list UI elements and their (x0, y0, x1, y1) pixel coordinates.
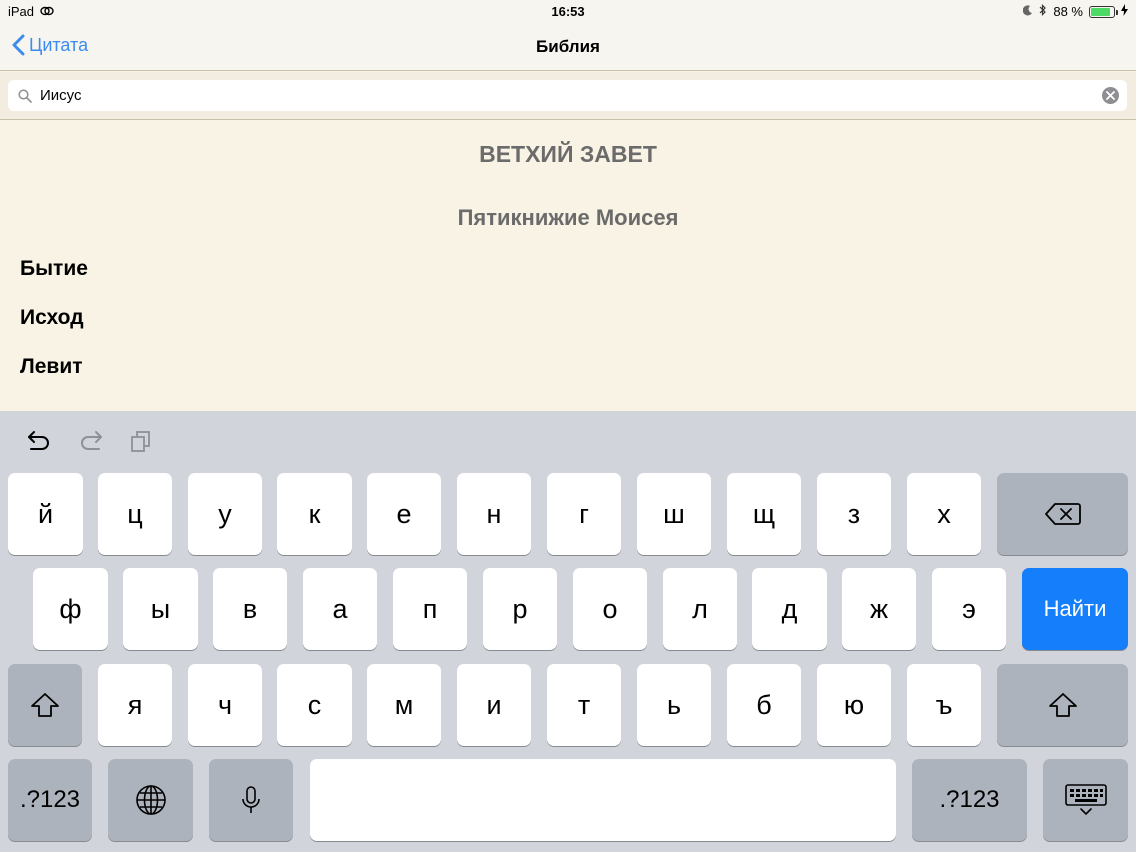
globe-key[interactable] (108, 759, 193, 841)
key[interactable]: щ (727, 473, 801, 555)
charging-icon (1121, 4, 1128, 19)
key[interactable]: ю (817, 664, 891, 746)
clear-search-button[interactable] (1102, 87, 1119, 104)
keyboard-dismiss-icon (1064, 784, 1107, 816)
shift-icon (31, 693, 59, 717)
key[interactable]: ь (637, 664, 711, 746)
key[interactable]: у (188, 473, 262, 555)
key[interactable]: ы (123, 568, 198, 650)
battery-cap (1116, 9, 1118, 15)
page-title: Библия (536, 37, 600, 56)
shift-key-right[interactable] (997, 664, 1128, 746)
key[interactable]: с (277, 664, 352, 746)
key[interactable]: й (8, 473, 83, 555)
numbers-key-left[interactable]: .?123 (8, 759, 92, 841)
status-right: 88 % (1023, 4, 1128, 19)
key[interactable]: ц (98, 473, 172, 555)
key[interactable]: т (547, 664, 621, 746)
navigation-bar: Цитата Библия (0, 24, 1136, 71)
book-item[interactable]: Бытие (20, 257, 88, 281)
key[interactable]: ч (188, 664, 262, 746)
key[interactable]: и (457, 664, 531, 746)
delete-key[interactable] (997, 473, 1128, 555)
key[interactable]: ж (842, 568, 916, 650)
key[interactable]: з (817, 473, 891, 555)
paste-button[interactable] (130, 429, 152, 458)
section-title: ВЕТХИЙ ЗАВЕТ (479, 141, 657, 167)
undo-button[interactable] (26, 429, 52, 458)
keyboard: й ц у к е н г ш щ з х ф ы в а п р о л д … (0, 411, 1136, 852)
shift-key-left[interactable] (8, 664, 82, 746)
book-item[interactable]: Исход (20, 306, 84, 330)
search-input[interactable] (40, 87, 1080, 104)
dismiss-keyboard-key[interactable] (1043, 759, 1128, 841)
key[interactable]: г (547, 473, 621, 555)
key[interactable]: х (907, 473, 981, 555)
battery-icon (1089, 5, 1118, 18)
clear-icon (1106, 91, 1115, 100)
search-key[interactable]: Найти (1022, 568, 1128, 650)
key[interactable]: о (573, 568, 647, 650)
moon-icon (1023, 4, 1033, 19)
key[interactable]: ъ (907, 664, 981, 746)
numbers-key-right[interactable]: .?123 (912, 759, 1027, 841)
key[interactable]: ш (637, 473, 711, 555)
status-time: 16:53 (551, 4, 585, 19)
keyboard-toolbar (0, 411, 1136, 471)
key[interactable]: э (932, 568, 1006, 650)
redo-icon (81, 431, 102, 450)
bluetooth-icon (1039, 4, 1047, 19)
key[interactable]: р (483, 568, 557, 650)
status-bar: iPad 16:53 88 % (0, 0, 1136, 24)
key[interactable]: ф (33, 568, 108, 650)
key[interactable]: е (367, 473, 441, 555)
paste-icon (131, 431, 150, 452)
key[interactable]: н (457, 473, 531, 555)
key[interactable]: п (393, 568, 467, 650)
key[interactable]: м (367, 664, 441, 746)
search-bar (0, 72, 1136, 120)
globe-icon (135, 785, 166, 815)
redo-button[interactable] (78, 429, 104, 458)
search-field[interactable] (8, 80, 1127, 111)
key[interactable]: в (213, 568, 287, 650)
key[interactable]: л (663, 568, 737, 650)
subsection-title: Пятикнижие Моисея (457, 205, 679, 230)
undo-icon (28, 431, 49, 450)
book-item[interactable]: Левит (20, 355, 83, 379)
key[interactable]: к (277, 473, 352, 555)
battery-fill (1091, 7, 1111, 16)
space-key[interactable] (310, 759, 896, 841)
microphone-icon (242, 786, 260, 813)
book-list: ВЕТХИЙ ЗАВЕТ Пятикнижие Моисея Бытие Исх… (0, 121, 1136, 411)
battery-percent: 88 % (1053, 4, 1083, 19)
key[interactable]: б (727, 664, 801, 746)
key[interactable]: я (98, 664, 172, 746)
key[interactable]: д (752, 568, 827, 650)
delete-icon (1044, 503, 1081, 525)
search-icon (18, 88, 32, 103)
dictation-key[interactable] (209, 759, 293, 841)
key[interactable]: а (303, 568, 377, 650)
shift-icon (1048, 693, 1077, 717)
